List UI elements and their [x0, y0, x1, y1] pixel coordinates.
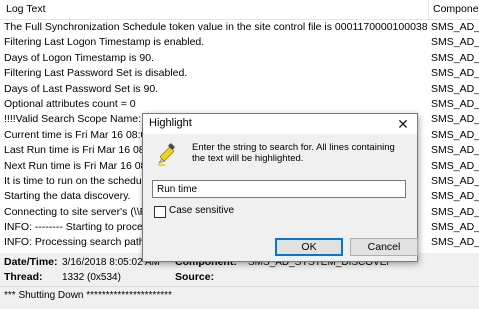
log-row[interactable]: Filtering Last Logon Timestamp is enable… [0, 35, 479, 50]
log-row-component: SMS_AD_SY [431, 97, 479, 110]
log-row-component: SMS_AD_SY [431, 190, 479, 203]
log-row-text: Days of Last Password Set is 90. [4, 82, 159, 95]
close-icon[interactable]: ✕ [389, 114, 417, 134]
log-row-component: SMS_AD_SY [431, 159, 479, 172]
log-row-component: SMS_AD_SY [431, 236, 479, 249]
log-row-text: Filtering Last Logon Timestamp is enable… [4, 36, 205, 49]
source-label: Source: [175, 271, 215, 283]
column-header-log-text[interactable]: Log Text [6, 0, 426, 19]
log-row[interactable]: Days of Logon Timestamp is 90. SMS_AD_SY [0, 51, 479, 66]
log-row-component: SMS_AD_SY [431, 67, 479, 80]
column-header-component[interactable]: Componen [433, 0, 479, 19]
log-row[interactable]: The Full Synchronization Schedule token … [0, 20, 479, 35]
dialog-prompt: Enter the string to search for. All line… [192, 142, 395, 164]
log-row-component: SMS_AD_SY [431, 221, 479, 234]
thread-label: Thread: [4, 271, 43, 283]
search-input[interactable] [152, 180, 406, 198]
log-row-component: SMS_AD_SY [431, 21, 479, 33]
log-row-component: SMS_AD_SY [431, 51, 479, 64]
log-row-component: SMS_AD_SY [431, 144, 479, 157]
log-row-component: SMS_AD_SY [431, 205, 479, 218]
log-row-text: Filtering Last Password Set is disabled. [4, 67, 188, 80]
cancel-button[interactable]: Cancel [350, 238, 418, 256]
log-row-component: SMS_AD_SY [431, 82, 479, 95]
log-row-component: SMS_AD_SY [431, 174, 479, 187]
status-text: *** Shutting Down ********************** [4, 290, 172, 301]
log-row-component: SMS_AD_SY [431, 36, 479, 49]
log-list-header: Log Text Componen [0, 0, 479, 20]
log-row-component: SMS_AD_SY [431, 113, 479, 126]
datetime-label: Date/Time: [4, 256, 58, 268]
log-row[interactable]: Days of Last Password Set is 90. SMS_AD_S… [0, 82, 479, 97]
dialog-titlebar[interactable]: Highlight ✕ [143, 114, 417, 134]
log-row-text: Days of Logon Timestamp is 90. [4, 51, 154, 64]
highlight-dialog: Highlight ✕ Enter the string to search f… [142, 113, 418, 262]
highlighter-pen-icon [156, 143, 180, 167]
log-row[interactable]: Filtering Last Password Set is disabled.… [0, 66, 479, 81]
column-divider[interactable] [428, 0, 429, 19]
case-sensitive-label[interactable]: Case sensitive [169, 205, 234, 216]
log-row[interactable]: Optional attributes count = 0 SMS_AD_SY [0, 97, 479, 112]
dialog-title: Highlight [149, 117, 192, 129]
log-row-component: SMS_AD_SY [431, 128, 479, 141]
case-sensitive-checkbox[interactable] [154, 206, 166, 218]
ok-button[interactable]: OK [275, 238, 343, 256]
thread-value: 1332 (0x534) [62, 272, 121, 283]
status-bar: *** Shutting Down ********************** [0, 286, 479, 309]
log-row-text: The Full Synchronization Schedule token … [4, 21, 428, 33]
log-row-text: Optional attributes count = 0 [4, 97, 136, 110]
